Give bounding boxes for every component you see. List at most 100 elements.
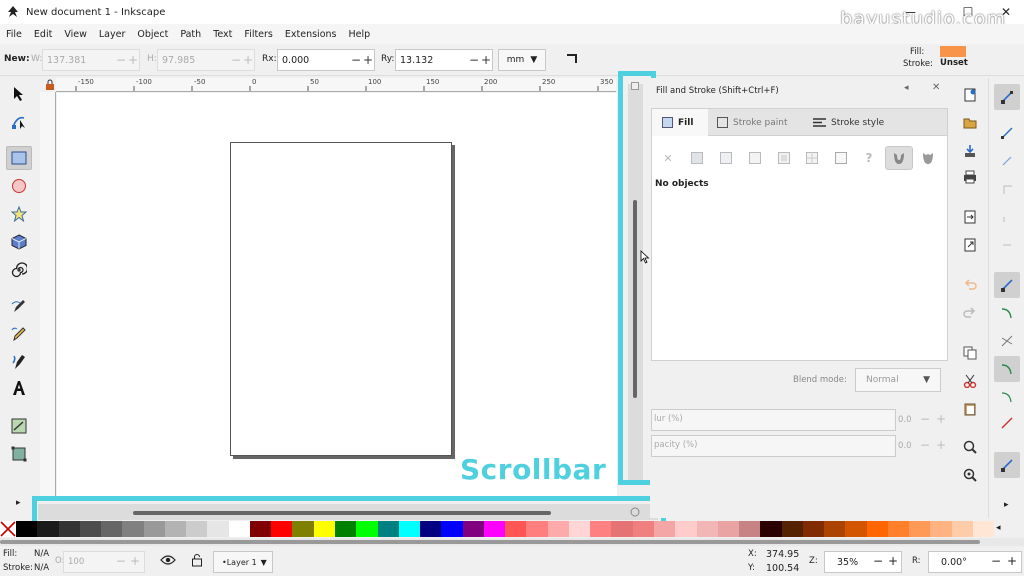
unit-select[interactable]: mm ▼ bbox=[498, 49, 546, 71]
palette-swatch[interactable] bbox=[568, 521, 591, 537]
palette-swatch[interactable] bbox=[717, 521, 740, 537]
print-icon[interactable] bbox=[959, 166, 981, 188]
palette-swatch[interactable] bbox=[483, 521, 506, 537]
no-paint-button[interactable]: ✕ bbox=[657, 146, 679, 170]
palette-swatch[interactable] bbox=[802, 521, 825, 537]
layer-lock-icon[interactable] bbox=[191, 553, 203, 570]
blur-plus-button[interactable]: + bbox=[936, 412, 946, 426]
opacity-minus-button[interactable]: − bbox=[920, 438, 930, 452]
no-color-swatch[interactable] bbox=[0, 521, 16, 537]
palette-swatch[interactable] bbox=[696, 521, 718, 537]
palette-swatch[interactable] bbox=[824, 521, 846, 537]
menu-object[interactable]: Object bbox=[131, 29, 174, 40]
new-document-icon[interactable] bbox=[959, 84, 981, 106]
dock-close-icon[interactable]: ✕ bbox=[932, 82, 940, 93]
eye-visibility-icon[interactable] bbox=[160, 554, 176, 569]
undo-icon[interactable] bbox=[959, 274, 981, 296]
palette-swatch[interactable] bbox=[377, 521, 399, 537]
palette-swatch[interactable] bbox=[249, 521, 272, 537]
palette-swatch[interactable] bbox=[972, 521, 995, 537]
palette-swatch[interactable] bbox=[675, 521, 697, 537]
snap-bbox-midpoint-icon[interactable] bbox=[996, 206, 1018, 228]
snap-nodes-button[interactable] bbox=[994, 272, 1020, 298]
palette-swatch[interactable] bbox=[334, 521, 357, 537]
palette-swatch[interactable] bbox=[37, 521, 59, 537]
dock-iconify-icon[interactable]: ◂ bbox=[904, 83, 909, 93]
flat-color-button[interactable] bbox=[686, 146, 708, 170]
rectangle-tool[interactable] bbox=[6, 146, 32, 170]
palette-swatch[interactable] bbox=[930, 521, 952, 537]
unset-paint-button[interactable]: ? bbox=[858, 146, 880, 170]
palette-swatch[interactable] bbox=[760, 521, 782, 537]
palette-swatch[interactable] bbox=[398, 521, 421, 537]
palette-swatch[interactable] bbox=[207, 521, 229, 537]
snap-intersections-icon[interactable] bbox=[996, 330, 1018, 352]
menu-view[interactable]: View bbox=[58, 29, 93, 40]
menu-text[interactable]: Text bbox=[207, 29, 238, 40]
height-plus-button[interactable]: + bbox=[242, 53, 254, 67]
palette-swatch[interactable] bbox=[101, 521, 123, 537]
palette-swatch[interactable] bbox=[781, 521, 803, 537]
copy-icon[interactable] bbox=[959, 342, 981, 364]
menu-help[interactable]: Help bbox=[342, 29, 376, 40]
node-tool[interactable] bbox=[6, 110, 32, 134]
tab-stroke-paint[interactable]: Stroke paint bbox=[717, 117, 788, 128]
blur-slider[interactable]: lur (%) bbox=[651, 409, 896, 431]
mesh-gradient-button[interactable] bbox=[773, 146, 795, 170]
rx-plus-button[interactable]: + bbox=[362, 53, 374, 67]
rx-minus-button[interactable]: − bbox=[350, 53, 362, 67]
menu-filters[interactable]: Filters bbox=[238, 29, 278, 40]
menu-layer[interactable]: Layer bbox=[93, 29, 132, 40]
palette-swatch[interactable] bbox=[505, 521, 527, 537]
palette-swatch[interactable] bbox=[356, 521, 378, 537]
zoom-minus-button[interactable]: − bbox=[873, 554, 883, 568]
snap-bbox-edge-icon[interactable] bbox=[996, 150, 1018, 172]
fill-rule-evenodd-button[interactable] bbox=[885, 146, 913, 170]
palette-swatch[interactable] bbox=[951, 521, 973, 537]
width-plus-button[interactable]: + bbox=[127, 53, 139, 67]
guide-lock-icon[interactable] bbox=[44, 79, 56, 91]
menu-extensions[interactable]: Extensions bbox=[279, 29, 343, 40]
pattern-button[interactable] bbox=[801, 146, 823, 170]
status-opacity-field[interactable]: 100 − + bbox=[63, 551, 145, 573]
opacity-plus-button[interactable]: + bbox=[936, 438, 946, 452]
snap-toggle-button[interactable] bbox=[994, 84, 1020, 110]
import-icon[interactable] bbox=[959, 206, 981, 228]
palette-swatch[interactable] bbox=[887, 521, 910, 537]
palette-menu-icon[interactable]: ◂ bbox=[996, 523, 1001, 533]
toolbox-more-arrow-icon[interactable]: ▸ bbox=[16, 498, 21, 508]
snap-midpoints-icon[interactable] bbox=[996, 412, 1018, 434]
menu-edit[interactable]: Edit bbox=[28, 29, 58, 40]
palette-swatch[interactable] bbox=[866, 521, 888, 537]
palette-swatch[interactable] bbox=[526, 521, 548, 537]
palette-swatch[interactable] bbox=[420, 521, 442, 537]
open-folder-icon[interactable] bbox=[959, 112, 981, 134]
height-minus-button[interactable]: − bbox=[230, 53, 242, 67]
palette-swatch[interactable] bbox=[590, 521, 612, 537]
palette-swatch[interactable] bbox=[16, 521, 38, 537]
snap-paths-icon[interactable] bbox=[996, 302, 1018, 324]
zoom-drawing-icon[interactable] bbox=[959, 464, 981, 486]
palette-swatch[interactable] bbox=[122, 521, 144, 537]
palette-swatch[interactable] bbox=[632, 521, 654, 537]
palette-swatch[interactable] bbox=[653, 521, 676, 537]
export-icon[interactable] bbox=[959, 234, 981, 256]
snap-more-arrow-icon[interactable]: ▸ bbox=[1004, 500, 1009, 510]
text-tool[interactable] bbox=[6, 376, 32, 400]
width-field[interactable]: 137.381 − + bbox=[42, 49, 140, 71]
cut-icon[interactable] bbox=[959, 370, 981, 392]
palette-swatch[interactable] bbox=[313, 521, 335, 537]
ellipse-tool[interactable] bbox=[6, 174, 32, 198]
palette-swatch[interactable] bbox=[164, 521, 187, 537]
paste-icon[interactable] bbox=[959, 398, 981, 420]
snap-bbox-icon[interactable] bbox=[996, 122, 1018, 144]
palette-swatch[interactable] bbox=[462, 521, 484, 537]
palette-swatch[interactable] bbox=[845, 521, 867, 537]
spiral-tool[interactable] bbox=[6, 258, 32, 282]
gradient-tool[interactable] bbox=[6, 414, 32, 438]
pencil-tool[interactable] bbox=[6, 322, 32, 346]
ry-minus-button[interactable]: − bbox=[468, 53, 480, 67]
palette-swatch[interactable] bbox=[271, 521, 293, 537]
current-layer-select[interactable]: •Layer 1 ▼ bbox=[213, 551, 273, 573]
ry-plus-button[interactable]: + bbox=[480, 53, 492, 67]
